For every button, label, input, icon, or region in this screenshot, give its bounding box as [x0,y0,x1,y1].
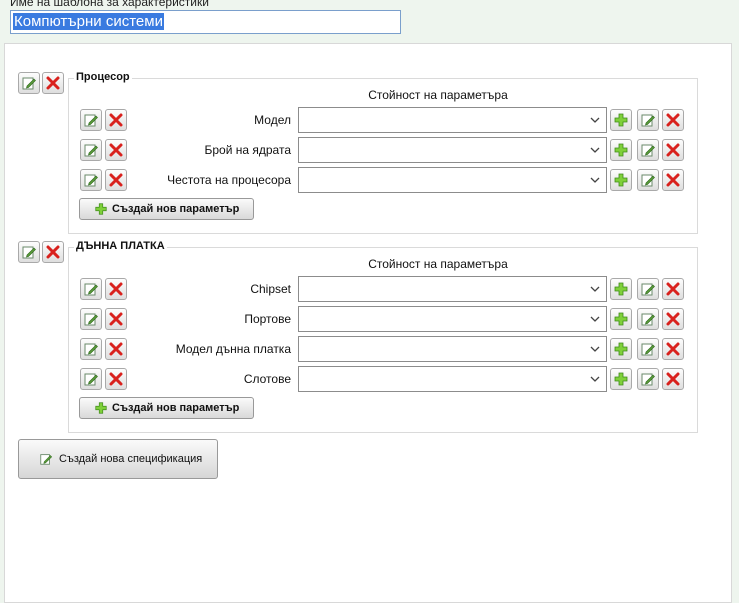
edit-icon [22,246,36,259]
param-value-delete-button[interactable] [662,338,684,360]
template-name-label: Име на шаблона за характеристики [10,0,209,9]
value-column-header: Стойност на параметъра [368,88,508,102]
add-icon [614,113,628,127]
param-add-value-button[interactable] [610,139,632,161]
param-value-select[interactable] [298,336,607,362]
param-value-edit-button[interactable] [637,109,659,131]
create-new-spec-label: Създай нова спецификация [59,453,203,465]
delete-icon [666,312,680,326]
add-icon [614,173,628,187]
param-value-delete-button[interactable] [662,139,684,161]
chevron-down-icon [590,117,600,123]
param-label: Chipset [250,282,291,296]
delete-icon [666,342,680,356]
chevron-down-icon [590,147,600,153]
edit-icon [641,174,655,187]
param-value-edit-button[interactable] [637,338,659,360]
chevron-down-icon [590,316,600,322]
delete-icon [666,113,680,127]
param-value-select[interactable] [298,276,607,302]
param-value-select[interactable] [298,167,607,193]
add-icon [614,342,628,356]
create-parameter-button[interactable]: Създай нов параметър [79,198,255,220]
edit-icon [641,144,655,157]
param-value-delete-button[interactable] [662,109,684,131]
param-value-delete-button[interactable] [662,169,684,191]
param-value-select[interactable] [298,137,607,163]
value-column-header: Стойност на параметъра [368,257,508,271]
add-icon [614,282,628,296]
create-parameter-button[interactable]: Създай нов параметър [79,397,255,419]
section-title: Процесор [74,71,132,83]
edit-icon [641,313,655,326]
param-value-select[interactable] [298,366,607,392]
param-label: Модел [254,113,291,127]
delete-icon [666,372,680,386]
param-add-value-button[interactable] [610,109,632,131]
edit-icon [641,283,655,296]
param-add-value-button[interactable] [610,368,632,390]
edit-icon [641,343,655,356]
add-icon [95,203,107,215]
chevron-down-icon [590,177,600,183]
add-icon [614,372,628,386]
param-add-value-button[interactable] [610,169,632,191]
chevron-down-icon [590,346,600,352]
param-value-edit-button[interactable] [637,308,659,330]
create-parameter-label: Създай нов параметър [112,203,240,215]
add-icon [614,312,628,326]
create-parameter-label: Създай нов параметър [112,402,240,414]
section-delete-button[interactable] [42,241,64,263]
param-add-value-button[interactable] [610,338,632,360]
param-value-edit-button[interactable] [637,368,659,390]
add-icon [95,402,107,414]
section-edit-button[interactable] [18,241,40,263]
delete-icon [666,282,680,296]
param-value-edit-button[interactable] [637,169,659,191]
param-value-delete-button[interactable] [662,368,684,390]
delete-icon [666,143,680,157]
edit-icon [641,373,655,386]
param-add-value-button[interactable] [610,308,632,330]
param-label: Модел дънна платка [175,342,291,356]
param-add-value-button[interactable] [610,278,632,300]
delete-icon [46,76,60,90]
edit-icon [40,454,53,465]
chevron-down-icon [590,286,600,292]
delete-icon [46,245,60,259]
param-value-select[interactable] [298,306,607,332]
edit-icon [22,77,36,90]
edit-icon [641,114,655,127]
template-name-value: Компютърни системи [13,13,164,30]
param-value-edit-button[interactable] [637,139,659,161]
param-label: Слотове [243,372,291,386]
specification-panel: Създай нова спецификация Процесор Стойнос… [4,43,732,603]
delete-icon [666,173,680,187]
section-title: ДЪННА ПЛАТКА [74,240,167,252]
param-label: Честота на процесора [167,173,291,187]
param-value-delete-button[interactable] [662,278,684,300]
param-value-delete-button[interactable] [662,308,684,330]
create-new-spec-button[interactable]: Създай нова спецификация [18,439,218,479]
template-name-input[interactable]: Компютърни системи [10,10,401,34]
param-value-select[interactable] [298,107,607,133]
param-value-edit-button[interactable] [637,278,659,300]
chevron-down-icon [590,376,600,382]
param-label: Брой на ядрата [204,143,291,157]
param-label: Портове [244,312,291,326]
section-edit-button[interactable] [18,72,40,94]
section-delete-button[interactable] [42,72,64,94]
add-icon [614,143,628,157]
